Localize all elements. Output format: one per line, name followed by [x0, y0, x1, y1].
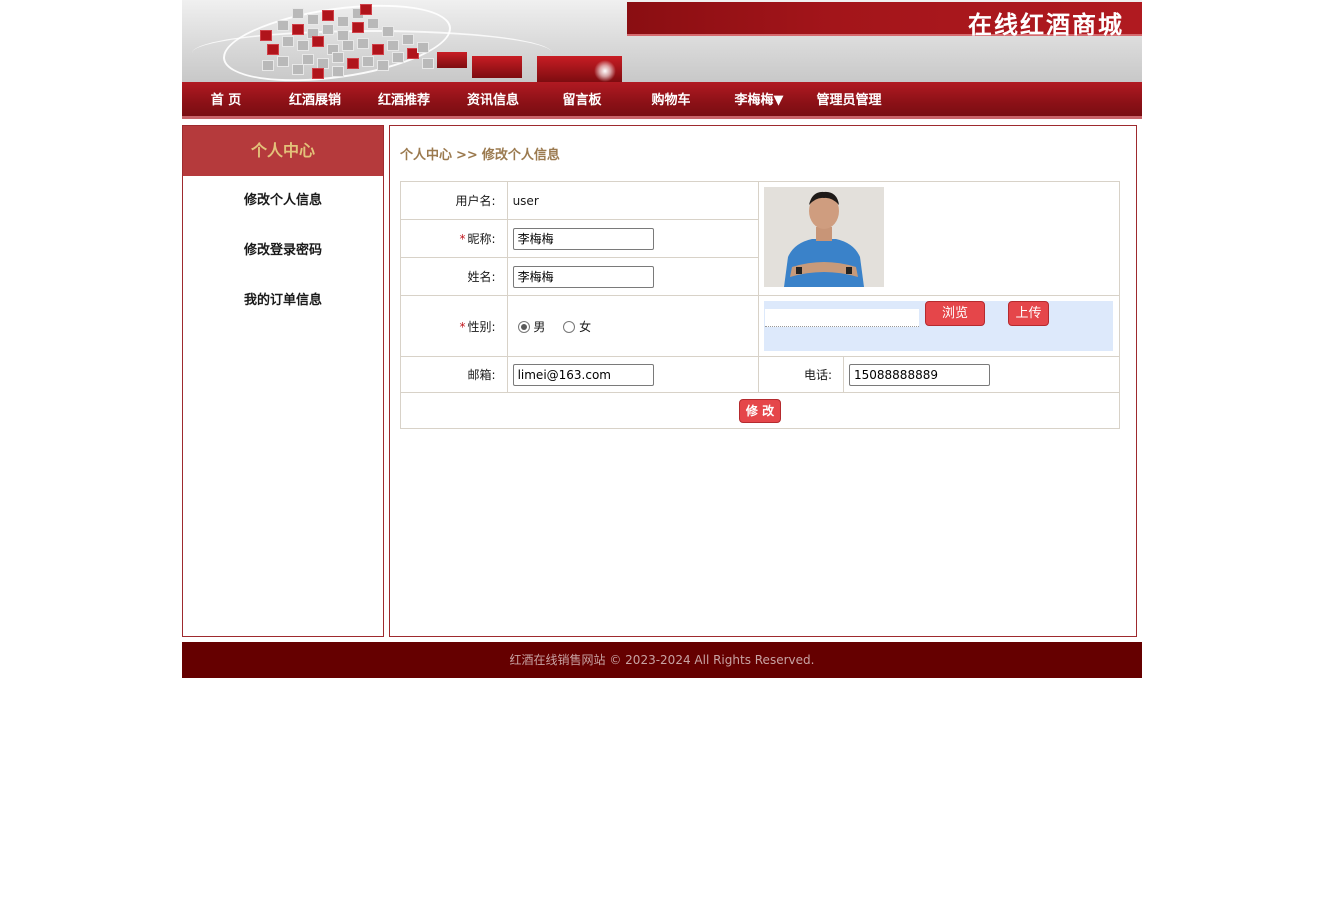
banner-cube	[307, 14, 319, 25]
banner-cube	[382, 26, 394, 37]
avatar-image	[764, 187, 885, 287]
profile-form: 用户名: user * 昵称: 李梅梅 姓名: 李梅梅 * 性别: 男 女 浏览…	[400, 181, 1120, 429]
banner-cube	[357, 38, 369, 49]
banner-cube	[260, 30, 272, 41]
banner-cube	[352, 22, 364, 33]
sidebar-item-change-password[interactable]: 修改登录密码	[183, 226, 383, 276]
banner-cube	[277, 20, 289, 31]
sidebar-item-my-orders[interactable]: 我的订单信息	[183, 276, 383, 326]
banner-flare	[594, 60, 616, 82]
required-mark: *	[459, 232, 466, 246]
banner-cube	[262, 60, 274, 71]
banner-cube	[322, 24, 334, 35]
realname-input[interactable]	[512, 265, 654, 288]
upload-area: 浏览 上传	[764, 301, 1114, 351]
phone-label: 电话:	[758, 356, 844, 393]
header-banner: 在线红酒商城	[182, 0, 1142, 82]
username-value: user	[506, 181, 760, 220]
banner-cube	[282, 36, 294, 47]
banner-cube	[387, 40, 399, 51]
upload-button[interactable]: 上传	[1008, 301, 1050, 326]
banner-cube	[342, 40, 354, 51]
site-title: 在线红酒商城	[968, 10, 1124, 39]
nav-home[interactable]: 首 页	[208, 92, 244, 110]
banner-block	[437, 52, 467, 68]
banner-cube	[322, 10, 334, 21]
nickname-label-text: 昵称:	[467, 232, 496, 246]
required-mark: *	[459, 319, 466, 334]
gender-female-label: 女	[579, 319, 592, 334]
banner-cube	[312, 68, 324, 79]
nav-wine-sales[interactable]: 红酒展销	[286, 92, 344, 110]
title-bar: 在线红酒商城	[627, 2, 1142, 39]
banner-cube	[267, 44, 279, 55]
banner-cube	[372, 44, 384, 55]
username-label: 用户名:	[400, 181, 508, 220]
nickname-cell	[506, 219, 760, 258]
banner-cube	[402, 34, 414, 45]
browse-button[interactable]: 浏览	[925, 301, 986, 326]
nickname-input[interactable]	[512, 227, 654, 250]
email-input[interactable]	[512, 363, 654, 386]
nickname-label: * 昵称:	[400, 219, 508, 258]
banner-cube	[292, 64, 304, 75]
breadcrumb: 个人中心 >> 修改个人信息	[400, 144, 564, 163]
breadcrumb-current: 修改个人信息	[481, 148, 560, 163]
banner-cube	[337, 16, 349, 27]
banner-block	[472, 56, 522, 78]
avatar-photo	[764, 187, 885, 287]
submit-cell: 修 改	[400, 392, 1120, 429]
sidebar-item-edit-profile[interactable]: 修改个人信息	[183, 176, 383, 226]
sidebar: 个人中心 修改个人信息 修改登录密码 我的订单信息	[182, 125, 384, 637]
nav-admin[interactable]: 管理员管理	[813, 92, 885, 110]
upload-cell: 浏览 上传	[758, 295, 1120, 357]
banner-cube	[292, 8, 304, 19]
banner-cube	[377, 60, 389, 71]
phone-label-text: 电话:	[803, 368, 832, 382]
gender-label-text: 性别:	[467, 319, 496, 334]
nav-guestbook[interactable]: 留言板	[560, 92, 604, 110]
banner-cube	[362, 56, 374, 67]
banner-cube	[347, 58, 359, 69]
submit-button[interactable]: 修 改	[739, 398, 781, 423]
banner-cube	[392, 52, 404, 63]
gender-male-radio[interactable]	[517, 321, 530, 333]
gender-cell: 男 女	[506, 295, 760, 357]
footer: 红酒在线销售网站 © 2023-2024 All Rights Reserved…	[182, 642, 1142, 678]
avatar-cell	[758, 181, 1120, 296]
banner-cube	[297, 40, 309, 51]
nav-user-menu[interactable]: 李梅梅▼	[730, 92, 788, 110]
realname-label: 姓名:	[400, 257, 508, 296]
main-nav: 首 页 红酒展销 红酒推荐 资讯信息 留言板 购物车 李梅梅▼ 管理员管理	[182, 82, 1142, 119]
main-panel: 个人中心 >> 修改个人信息 用户名: user * 昵称: 李梅梅 姓名: 李…	[389, 125, 1137, 637]
breadcrumb-separator: >>	[456, 148, 478, 163]
gender-male-label: 男	[533, 319, 546, 334]
banner-cube	[360, 4, 372, 15]
banner-cube	[292, 24, 304, 35]
banner-cube	[422, 58, 434, 69]
page-container: 在线红酒商城 首 页 红酒展销 红酒推荐 资讯信息 留言板 购物车 李梅梅▼ 管…	[182, 0, 1142, 678]
banner-cube	[332, 66, 344, 77]
nav-wine-recommend[interactable]: 红酒推荐	[375, 92, 433, 110]
nav-news[interactable]: 资讯信息	[464, 92, 522, 110]
realname-label-text: 姓名:	[467, 270, 496, 284]
email-label-text: 邮箱:	[467, 368, 496, 382]
gender-female-radio[interactable]	[563, 321, 576, 333]
breadcrumb-root[interactable]: 个人中心	[400, 148, 452, 163]
nav-cart[interactable]: 购物车	[649, 92, 693, 110]
sidebar-title: 个人中心	[183, 126, 383, 176]
email-cell	[506, 356, 760, 393]
banner-cube	[332, 52, 344, 63]
banner-cube	[367, 18, 379, 29]
realname-cell	[506, 257, 760, 296]
phone-input[interactable]	[849, 363, 990, 386]
banner-cube	[312, 36, 324, 47]
gender-label: * 性别:	[400, 295, 508, 357]
phone-cell	[843, 356, 1120, 393]
email-label: 邮箱:	[400, 356, 508, 393]
banner-cube	[417, 42, 429, 53]
username-label-text: 用户名:	[455, 194, 496, 208]
banner-cube	[277, 56, 289, 67]
file-path-input[interactable]	[765, 309, 920, 327]
